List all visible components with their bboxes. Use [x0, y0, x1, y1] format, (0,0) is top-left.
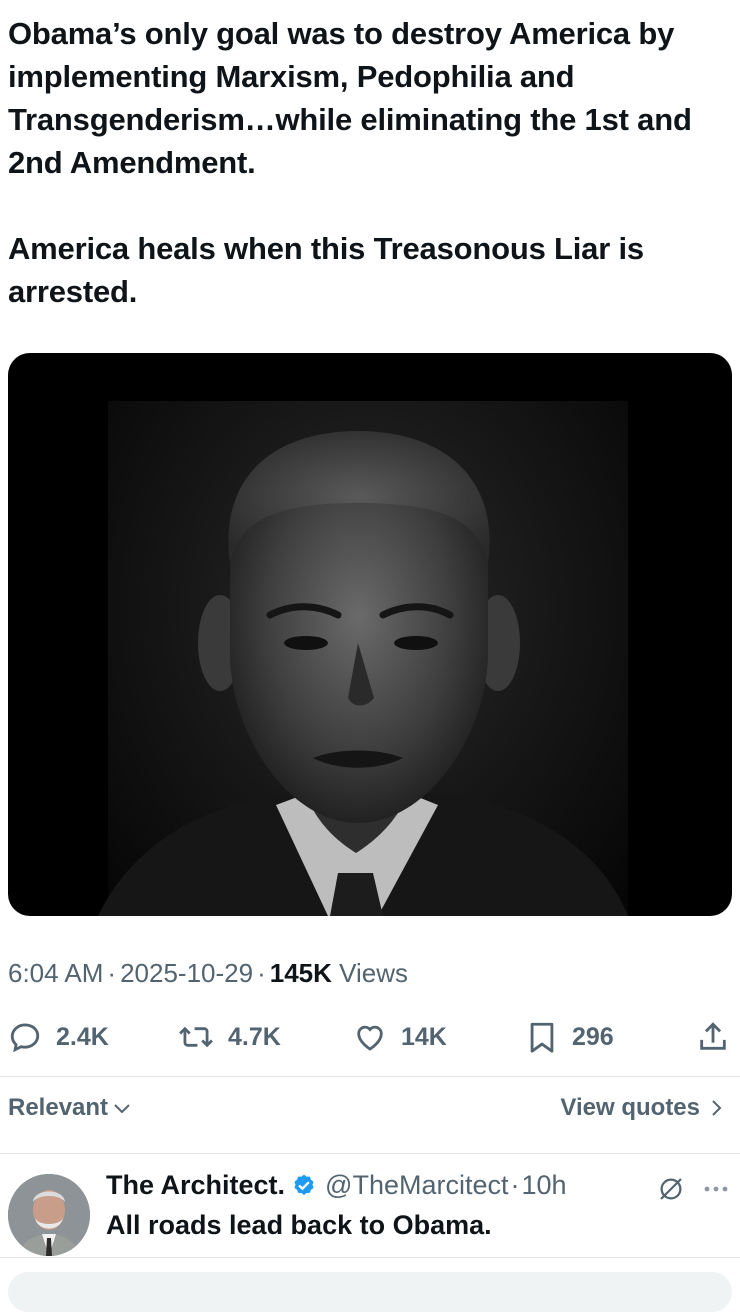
reply-icon	[10, 1023, 40, 1053]
more-icon[interactable]	[703, 1184, 729, 1194]
heart-icon	[357, 1025, 383, 1051]
tweet-meta: 6:04 AM · 2025-10-29 · 145K Views	[8, 958, 408, 989]
repost-button[interactable]: 4.7K	[178, 1010, 281, 1064]
reply-author-handle[interactable]: @TheMarcitect	[325, 1170, 508, 1201]
tweet-time[interactable]: 6:04 AM	[8, 958, 103, 988]
view-quotes-link[interactable]: View quotes	[560, 1094, 728, 1122]
share-icon	[700, 1022, 726, 1050]
view-quotes-label: View quotes	[560, 1094, 700, 1121]
tweet-text: Obama’s only goal was to destroy America…	[8, 12, 732, 313]
meta-separator: ·	[107, 958, 117, 988]
reply-compose-box[interactable]	[8, 1272, 732, 1312]
tweet-paragraph-1: Obama’s only goal was to destroy America…	[8, 16, 692, 180]
tweet-image[interactable]	[8, 353, 732, 916]
reply-header: The Architect. @TheMarcitect · 10h	[106, 1170, 567, 1201]
repost-icon	[179, 1026, 213, 1048]
chevron-down-icon	[114, 1104, 130, 1114]
portrait-illustration	[98, 431, 628, 916]
chevron-right-icon	[712, 1100, 722, 1116]
avatar-image	[8, 1174, 90, 1256]
bookmark-icon	[530, 1022, 554, 1053]
reply-tweet[interactable]: The Architect. @TheMarcitect · 10h All r…	[0, 1162, 740, 1258]
share-button[interactable]	[696, 1010, 740, 1064]
divider	[0, 1076, 740, 1077]
grok-icon[interactable]	[656, 1174, 686, 1204]
verified-badge-icon	[294, 1174, 314, 1195]
views-count: 145K	[269, 958, 332, 988]
reply-time[interactable]: 10h	[522, 1170, 567, 1201]
meta-separator: ·	[257, 958, 266, 988]
tweet-date[interactable]: 2025-10-29	[120, 958, 253, 988]
bookmark-button[interactable]: 296	[526, 1010, 614, 1064]
divider	[0, 1153, 740, 1154]
bookmark-count: 296	[572, 1022, 614, 1051]
reply-text: All roads lead back to Obama.	[106, 1210, 492, 1240]
views-label: Views	[339, 958, 409, 988]
reply-button[interactable]: 2.4K	[8, 1010, 109, 1064]
sort-label: Relevant	[8, 1094, 109, 1121]
reply-count: 2.4K	[56, 1022, 109, 1051]
action-bar: 2.4K 4.7K 14K 296	[0, 1010, 740, 1064]
like-button[interactable]: 14K	[353, 1010, 447, 1064]
divider	[0, 1257, 740, 1258]
sort-relevant-dropdown[interactable]: Relevant	[8, 1094, 134, 1122]
reply-separator: ·	[510, 1170, 520, 1200]
like-count: 14K	[401, 1022, 447, 1051]
repost-count: 4.7K	[228, 1022, 281, 1051]
tweet-paragraph-2: America heals when this Treasonous Liar …	[8, 231, 644, 309]
reply-author-name[interactable]: The Architect.	[106, 1170, 285, 1201]
avatar[interactable]	[8, 1174, 90, 1256]
